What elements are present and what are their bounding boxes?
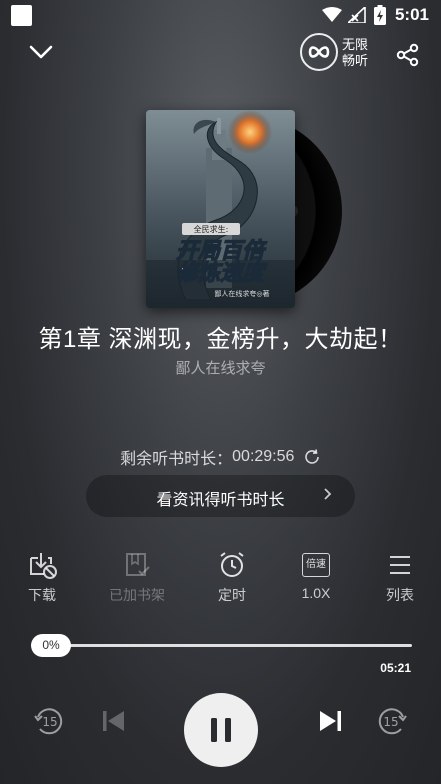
svg-text:15: 15 (383, 715, 398, 729)
progress-knob[interactable]: 0% (31, 634, 71, 657)
download-label: 下载 (28, 587, 56, 603)
bookshelf-check-icon (107, 550, 167, 580)
notification-icon (11, 5, 32, 26)
svg-text:全民求生:: 全民求生: (194, 224, 229, 234)
book-cover[interactable]: 全民求生: 开局百倍 修炼速度 鄙人在线求夸◎著 (146, 110, 295, 308)
svg-text:鄙人在线求夸◎著: 鄙人在线求夸◎著 (214, 289, 269, 298)
watch-news-earn-time-button[interactable]: 看资讯得听书时长 (86, 475, 355, 517)
unlimited-listening-label: 无限畅听 (342, 37, 369, 68)
timer-label: 定时 (218, 587, 246, 603)
play-pause-button[interactable] (184, 693, 258, 767)
speed-icon-text: 倍速 (302, 553, 330, 577)
battery-charging-icon (374, 5, 386, 25)
next-chapter-button[interactable] (316, 704, 344, 743)
download-button[interactable]: 下载 (12, 550, 72, 605)
skip-next-icon (320, 711, 341, 731)
download-icon (12, 550, 72, 580)
progress-track[interactable] (38, 644, 412, 647)
alarm-clock-icon (202, 550, 262, 580)
list-label: 列表 (386, 587, 414, 603)
speed-label: 1.0X (301, 585, 331, 601)
status-bar: 5:01 (0, 0, 441, 32)
watch-news-label: 看资讯得听书时长 (156, 492, 285, 509)
remaining-time-label: 剩余听书时长： (120, 451, 233, 468)
share-icon[interactable] (396, 43, 420, 67)
speed-icon: 倍速 (286, 550, 346, 580)
forward-15-button[interactable]: 15 (375, 704, 409, 743)
remaining-time-row: 剩余听书时长：00:29:56 (0, 445, 441, 469)
chapter-list-button[interactable]: 列表 (370, 550, 430, 605)
chapter-title: 第1章 深渊现，金榜升，大劫起！ (38, 326, 403, 353)
infinity-icon (300, 33, 338, 71)
skip-previous-icon (103, 711, 124, 731)
previous-chapter-button[interactable] (100, 704, 128, 743)
svg-text:15: 15 (42, 715, 57, 729)
chevron-right-icon (323, 486, 333, 507)
pause-icon (211, 718, 231, 742)
wifi-icon (322, 7, 342, 23)
list-icon (370, 550, 430, 580)
collapse-chevron-down-icon[interactable] (28, 44, 54, 60)
status-time: 5:01 (394, 5, 429, 24)
svg-text:修炼速度: 修炼速度 (176, 260, 268, 286)
forward-15-icon: 15 (378, 708, 407, 735)
author-name[interactable]: 鄙人在线求夸 (0, 357, 441, 378)
timer-button[interactable]: 定时 (202, 550, 262, 605)
rewind-15-button[interactable]: 15 (32, 704, 66, 743)
refresh-icon[interactable] (303, 448, 321, 466)
remaining-time-value: 00:29:56 (232, 448, 295, 465)
add-to-bookshelf-button[interactable]: 已加书架 (107, 550, 167, 605)
playback-speed-button[interactable]: 倍速 1.0X (286, 550, 346, 601)
rewind-15-icon: 15 (34, 708, 63, 735)
cellular-signal-icon (348, 7, 366, 23)
total-duration: 05:21 (380, 661, 411, 675)
bookshelf-label: 已加书架 (109, 587, 165, 603)
